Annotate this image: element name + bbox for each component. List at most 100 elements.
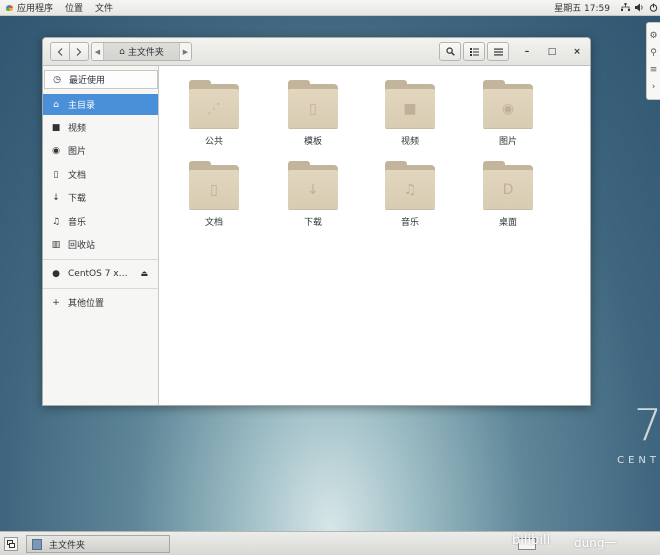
back-button[interactable]: [50, 42, 70, 61]
sidebar-item-label: 其他位置: [68, 299, 105, 309]
lock-icon[interactable]: ⚲: [650, 48, 657, 58]
clock[interactable]: 星期五 17:59: [546, 1, 618, 14]
music-icon: ♫: [51, 216, 61, 227]
taskbar: 主文件夹 bilibili dung一: [0, 531, 660, 555]
folder-item-templates[interactable]: ▯ 模板: [273, 78, 353, 152]
folder-icon: ▯: [189, 159, 239, 209]
video-icon: ■: [51, 122, 61, 133]
sidebar-item-music[interactable]: ♫ 音乐: [43, 211, 158, 232]
clock-icon: ◷: [53, 74, 61, 85]
maximize-button[interactable]: □: [544, 44, 560, 60]
folder-icon: ■: [385, 78, 435, 128]
sidebar-item-label: CentOS 7 x…: [68, 268, 128, 279]
home-icon: ⌂: [53, 99, 59, 110]
watermark-text: dung一: [574, 536, 617, 550]
folder-label: 文档: [204, 218, 223, 228]
video-icon: ■: [403, 100, 417, 117]
path-scroll-left-button[interactable]: ◀: [92, 43, 104, 60]
sidebar-item-videos[interactable]: ■ 视频: [43, 117, 158, 138]
settings-icon[interactable]: ⚙: [649, 31, 657, 41]
forward-button[interactable]: [69, 42, 89, 61]
folder-item-pictures[interactable]: ◉ 图片: [468, 78, 548, 152]
taskbar-window-item[interactable]: 主文件夹: [26, 535, 170, 553]
folder-label: 公共: [204, 137, 223, 147]
disc-icon: ●: [52, 268, 60, 279]
folder-icon: ♫: [385, 159, 435, 209]
plus-icon: +: [52, 297, 60, 308]
sidebar-item-trash[interactable]: ▥ 回收站: [43, 234, 158, 255]
sidebar-separator: [43, 288, 158, 289]
trash-icon: ▥: [51, 239, 61, 250]
folder-label: 视频: [400, 137, 419, 147]
sidebar-item-label: 图片: [68, 147, 87, 157]
sidebar-item-home[interactable]: ⌂ 主目录: [43, 94, 158, 115]
sidebar-item-recent[interactable]: ◷ 最近使用: [44, 70, 158, 89]
file-menu[interactable]: 文件: [89, 0, 119, 16]
applications-menu[interactable]: 应用程序: [0, 0, 59, 16]
path-scroll-right-button[interactable]: ▶: [179, 43, 191, 60]
minimize-button[interactable]: –: [519, 44, 535, 60]
download-icon: ↓: [307, 181, 319, 198]
folder-grid: ⋰ 公共 ▯ 模板 ■ 视频 ◉ 图片 ▯ 文档 ↓ 下载 ♫ 音乐 D 桌面: [159, 66, 590, 405]
header-bar: ◀ ⌂ 主文件夹 ▶ – □ ×: [43, 38, 590, 66]
folder-label: 模板: [303, 137, 322, 147]
bilibili-watermark-logo: bilibili: [512, 533, 551, 548]
folder-label: 音乐: [400, 218, 419, 228]
sidebar-item-label: 最近使用: [69, 76, 106, 86]
folder-icon: ◉: [483, 78, 533, 128]
sidebar-item-label: 下载: [68, 194, 87, 204]
power-icon[interactable]: [646, 0, 660, 16]
places-menu[interactable]: 位置: [59, 0, 89, 16]
sidebar-item-documents[interactable]: ▯ 文档: [43, 164, 158, 185]
taskbar-window-label: 主文件夹: [49, 540, 86, 551]
eject-icon[interactable]: ⏏: [140, 269, 148, 278]
search-button[interactable]: [439, 42, 461, 61]
sidebar-item-label: 音乐: [68, 218, 87, 228]
folder-item-music[interactable]: ♫ 音乐: [370, 159, 450, 233]
path-crumb-label: 主文件夹: [127, 48, 164, 58]
applications-label: 应用程序: [17, 4, 54, 14]
path-crumb-home[interactable]: ⌂ 主文件夹: [104, 43, 179, 60]
volume-icon[interactable]: [632, 0, 646, 16]
home-icon: ⌂: [119, 46, 125, 57]
desktop-icon: D: [502, 181, 514, 198]
file-manager-window: ◀ ⌂ 主文件夹 ▶ – □ × ◷ 最近使用 ⌂ 主目录 ■ 视频 ◉ 图片 …: [42, 37, 591, 406]
sidebar-item-label: 视频: [68, 124, 87, 134]
sidebar-item-device[interactable]: ● CentOS 7 x… ⏏: [43, 263, 158, 284]
sidebar: ◷ 最近使用 ⌂ 主目录 ■ 视频 ◉ 图片 ▯ 文档 ↓ 下载 ♫ 音乐 ▥: [43, 66, 159, 405]
documents-icon: ▯: [210, 181, 218, 198]
top-bar: 应用程序 位置 文件 星期五 17:59: [0, 0, 660, 16]
system-menu-popup: ⚙ ⚲ ≡ ›: [646, 22, 660, 100]
folder-label: 下载: [303, 218, 322, 228]
sidebar-item-other-locations[interactable]: + 其他位置: [43, 292, 158, 313]
folder-icon: ⋰: [189, 78, 239, 128]
folder-item-desktop[interactable]: D 桌面: [468, 159, 548, 233]
applications-icon: [6, 4, 14, 12]
path-bar: ◀ ⌂ 主文件夹 ▶: [91, 42, 192, 61]
document-icon: ▯: [53, 169, 59, 180]
sidebar-item-downloads[interactable]: ↓ 下载: [43, 187, 158, 208]
chevron-right-icon[interactable]: ›: [652, 82, 656, 92]
folder-item-documents[interactable]: ▯ 文档: [174, 159, 254, 233]
folder-label: 图片: [498, 137, 517, 147]
sidebar-separator: [43, 259, 158, 260]
show-desktop-button[interactable]: [4, 537, 18, 551]
sidebar-item-pictures[interactable]: ◉ 图片: [43, 140, 158, 161]
folder-item-videos[interactable]: ■ 视频: [370, 78, 450, 152]
network-icon[interactable]: [618, 0, 632, 16]
folder-item-public[interactable]: ⋰ 公共: [174, 78, 254, 152]
menu-icon[interactable]: ≡: [650, 65, 658, 75]
sidebar-item-label: 回收站: [68, 241, 96, 251]
share-icon: ⋰: [207, 100, 221, 117]
centos-watermark-text: CENT: [617, 455, 660, 466]
camera-icon: ◉: [501, 100, 515, 117]
view-list-button[interactable]: [463, 42, 485, 61]
folder-item-downloads[interactable]: ↓ 下载: [273, 159, 353, 233]
template-icon: ▯: [309, 100, 317, 117]
download-icon: ↓: [52, 192, 60, 203]
centos-watermark-glyph: 7: [634, 400, 660, 451]
sidebar-item-label: 主目录: [68, 101, 96, 111]
sidebar-item-label: 文档: [68, 171, 87, 181]
hamburger-menu-button[interactable]: [487, 42, 509, 61]
close-button[interactable]: ×: [569, 44, 585, 60]
